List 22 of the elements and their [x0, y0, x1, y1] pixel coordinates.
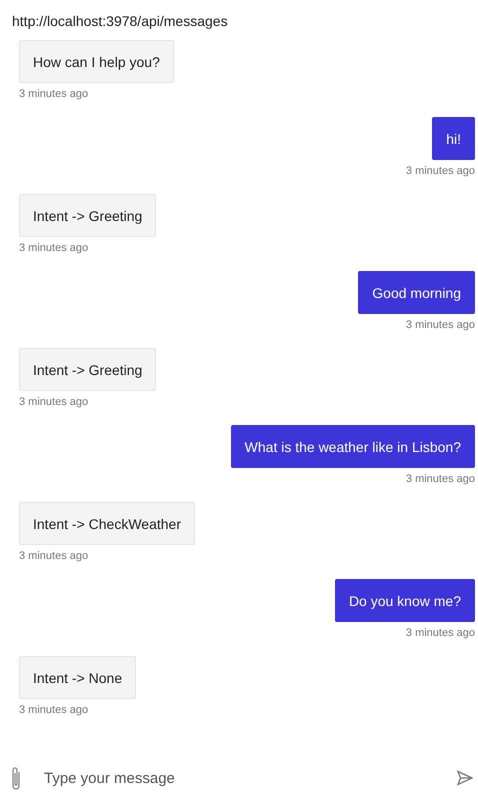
timestamp: 3 minutes ago [19, 242, 88, 254]
message-bubble: What is the weather like in Lisbon? [230, 425, 475, 468]
message-bubble: How can I help you? [19, 40, 174, 83]
timestamp: 3 minutes ago [19, 88, 88, 100]
message-bubble: Intent -> None [19, 656, 136, 699]
message-bubble: Good morning [358, 271, 475, 314]
timestamp: 3 minutes ago [406, 473, 475, 485]
message-input[interactable]: Type your message [44, 770, 435, 786]
message-bubble: hi! [432, 117, 475, 160]
message-bubble: Intent -> CheckWeather [19, 502, 195, 545]
message-bubble: Do you know me? [334, 579, 475, 622]
send-icon[interactable] [457, 770, 473, 786]
message-bubble: Intent -> Greeting [19, 348, 156, 391]
timestamp: 3 minutes ago [406, 319, 475, 331]
timestamp: 3 minutes ago [19, 704, 88, 716]
attach-icon[interactable] [10, 766, 22, 790]
timestamp: 3 minutes ago [406, 165, 475, 177]
message-bubble: Intent -> Greeting [19, 194, 156, 237]
url-text: http://localhost:3978/api/messages [11, 12, 229, 31]
timestamp: 3 minutes ago [406, 627, 475, 639]
timestamp: 3 minutes ago [19, 550, 88, 562]
timestamp: 3 minutes ago [19, 396, 88, 408]
